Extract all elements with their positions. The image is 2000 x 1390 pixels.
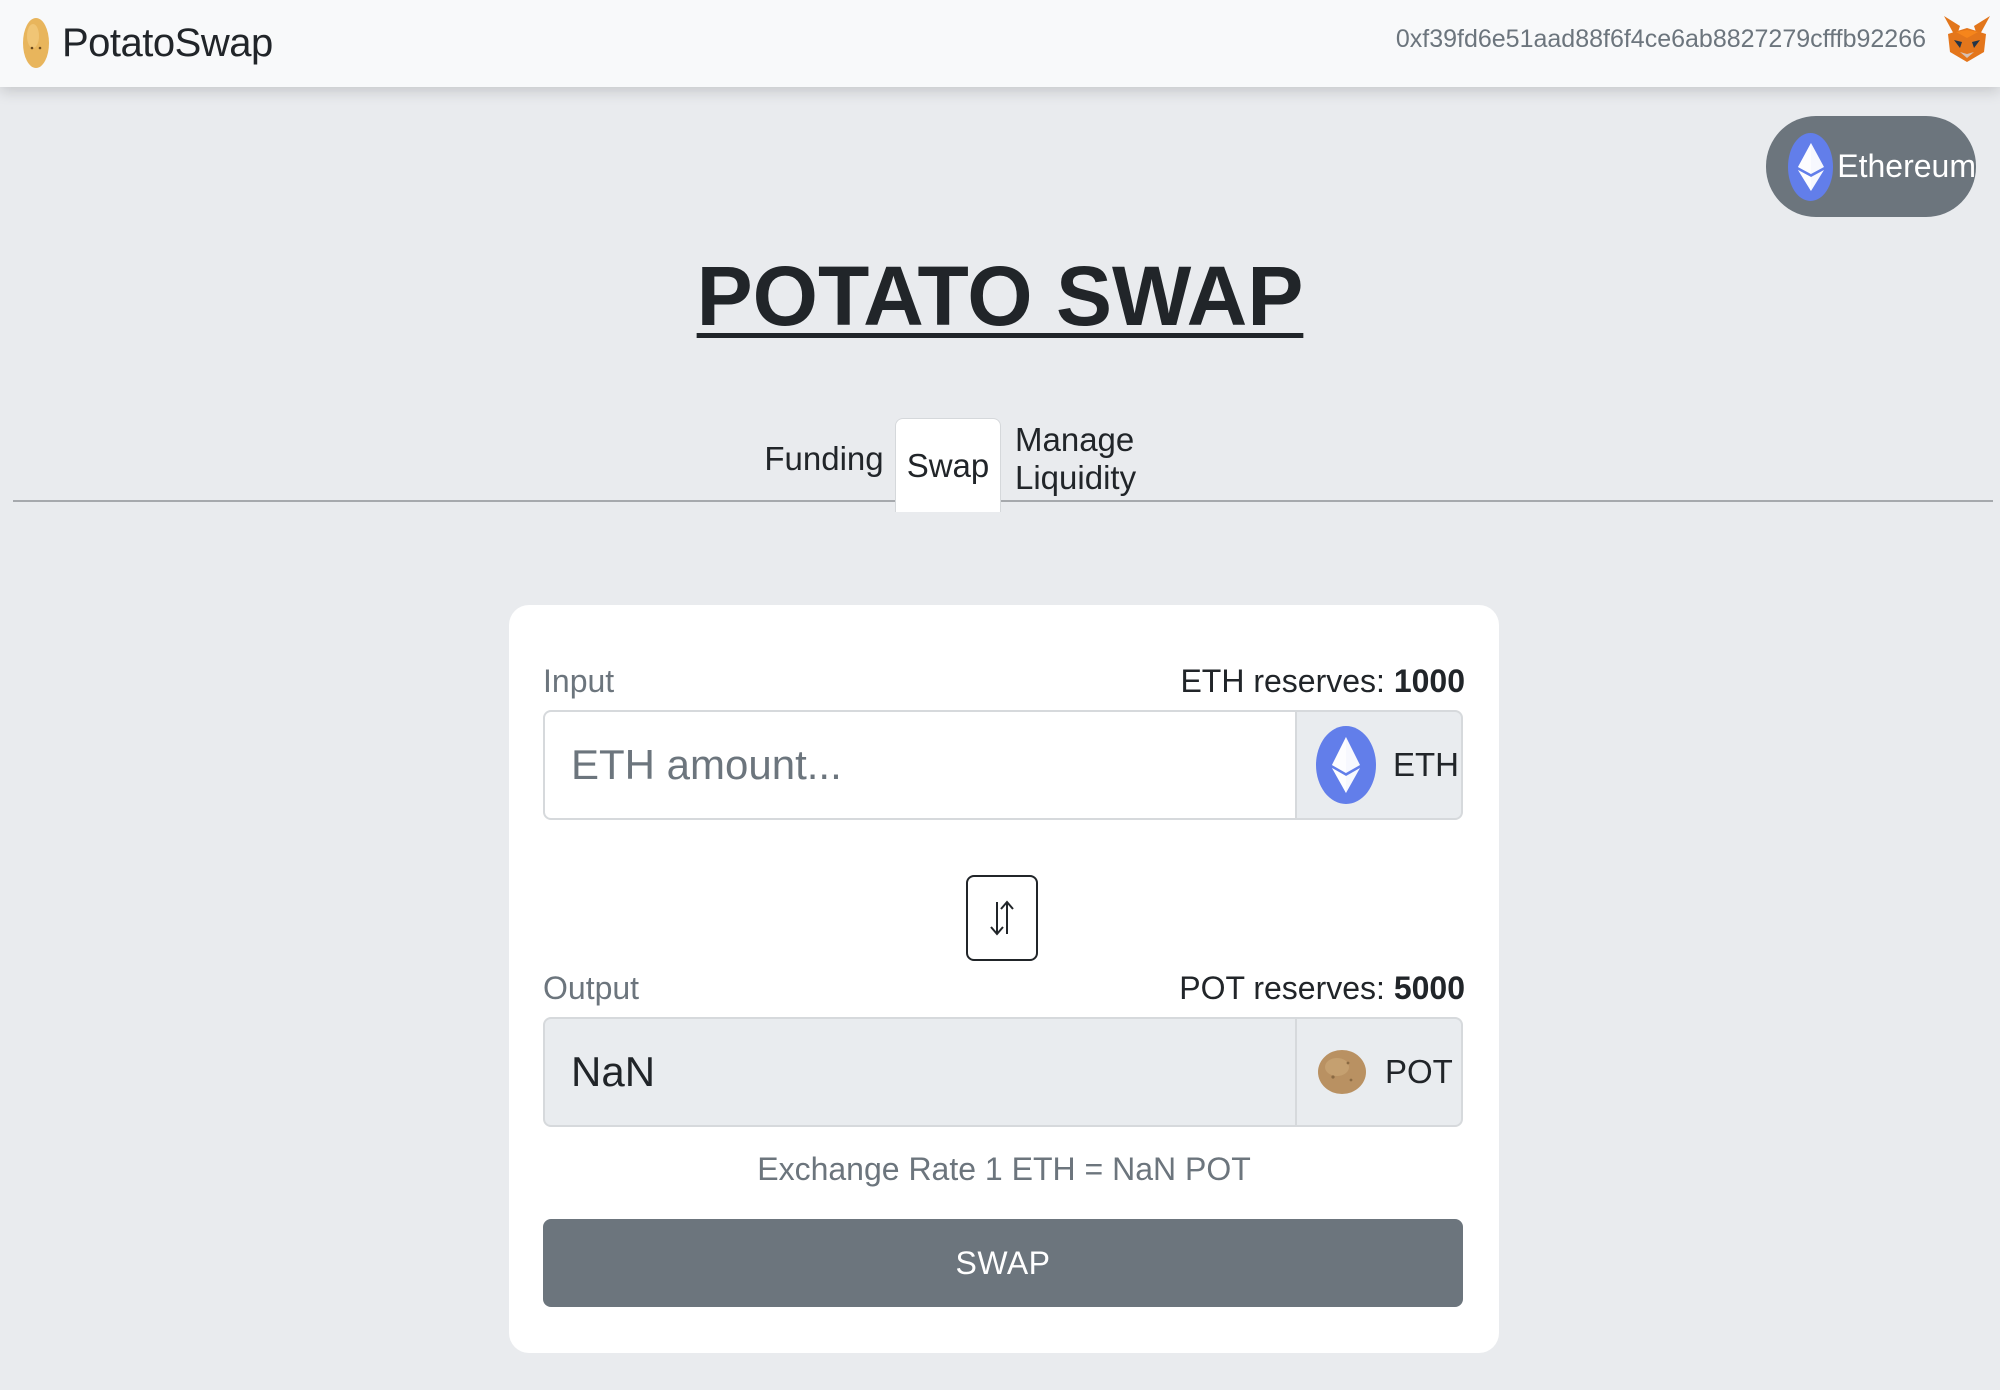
swap-arrows-icon (990, 900, 1014, 936)
exchange-rate-text: Exchange Rate 1 ETH = NaN POT (757, 1151, 1251, 1187)
eth-reserves-label: ETH reserves: (1180, 663, 1385, 699)
brand-name: PotatoSwap (62, 20, 273, 65)
pot-reserves-label: POT reserves: (1179, 970, 1385, 1006)
tab-swap[interactable]: Swap (895, 418, 1001, 512)
switch-direction-button[interactable] (966, 875, 1038, 961)
swap-button[interactable]: SWAP (543, 1219, 1463, 1307)
input-token-addon: ETH (1297, 710, 1463, 820)
network-selector-button[interactable]: Ethereum (1766, 116, 1976, 217)
output-token-addon: POT (1297, 1017, 1463, 1127)
tab-funding[interactable]: Funding (764, 418, 883, 500)
potato-icon (1318, 1050, 1366, 1094)
ethereum-icon (1788, 132, 1834, 201)
input-token-label: ETH (1393, 746, 1459, 783)
navbar: PotatoSwap 0xf39fd6e51aad88f6f4ce6ab8827… (0, 0, 2000, 87)
eth-reserves: ETH reserves: 1000 (1180, 663, 1465, 700)
ethereum-icon (1316, 726, 1376, 804)
input-group: ETH (543, 710, 1463, 820)
output-token-label: POT (1385, 1053, 1453, 1090)
wallet-address: 0xf39fd6e51aad88f6f4ce6ab8827279cfffb922… (1395, 25, 1926, 53)
pot-amount-output (543, 1017, 1297, 1127)
eth-amount-input[interactable] (543, 710, 1297, 820)
pot-reserves: POT reserves: 5000 (1179, 970, 1465, 1007)
output-label: Output (543, 970, 640, 1006)
tab-manage-liquidity[interactable]: Manage Liquidity (1015, 418, 1255, 500)
swap-card: Input ETH reserves: 1000 ETH Output POT … (509, 605, 1499, 1353)
page-title: POTATO SWAP (0, 246, 2000, 346)
brand-link[interactable]: PotatoSwap (22, 14, 273, 72)
output-group: POT (543, 1017, 1463, 1127)
network-label: Ethereum (1837, 148, 1976, 184)
page-title-text: POTATO SWAP (696, 249, 1304, 343)
potato-logo-icon (23, 18, 49, 68)
input-label: Input (543, 663, 615, 699)
metamask-fox-icon[interactable] (1940, 12, 1994, 66)
eth-reserves-value: 1000 (1393, 663, 1465, 699)
pot-reserves-value: 5000 (1393, 970, 1465, 1006)
tabs-divider (13, 500, 1993, 502)
